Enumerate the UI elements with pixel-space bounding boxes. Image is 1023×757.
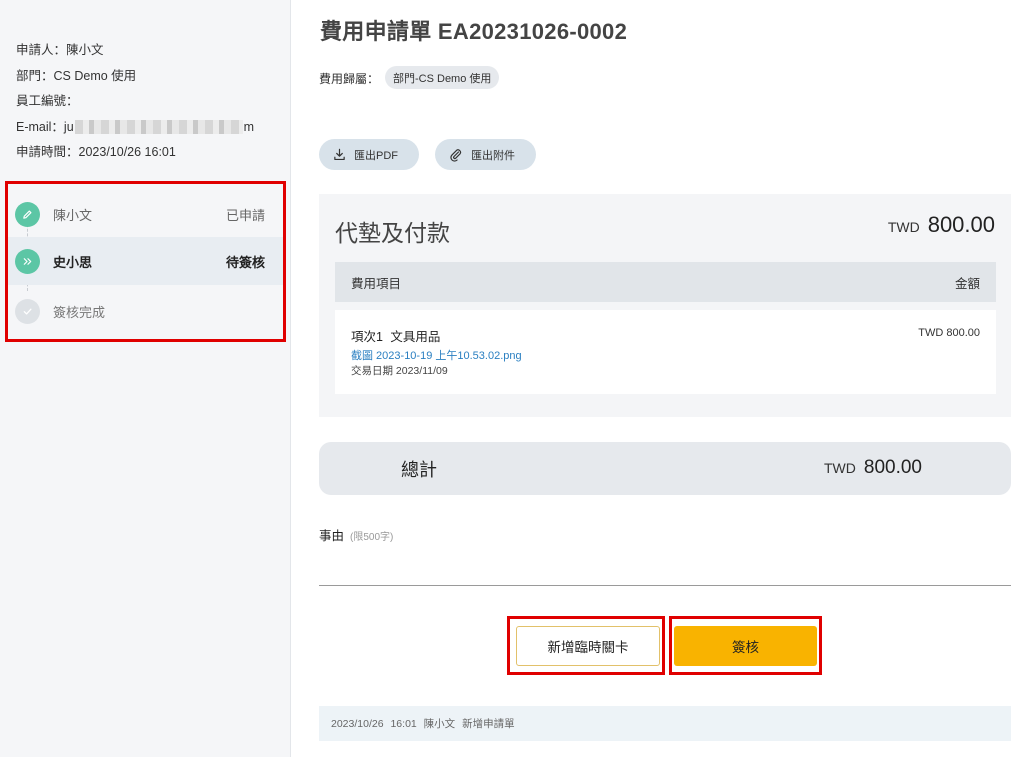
dept-row: 部門： CS Demo 使用 bbox=[16, 64, 254, 90]
category-title: 代墊及付款 bbox=[335, 220, 450, 246]
applicant-info: 申請人： 陳小文 部門： CS Demo 使用 員工編號： E-mail： ju… bbox=[16, 38, 254, 166]
workflow-step-complete: 簽核完成 bbox=[8, 287, 283, 335]
workflow-step-pending: 史小思 待簽核 bbox=[8, 237, 283, 285]
dept-belong-chip: 部門-CS Demo 使用 bbox=[385, 66, 500, 89]
export-attachments-label: 匯出附件 bbox=[471, 149, 515, 162]
expense-category-card: 代墊及付款 TWD 800.00 費用項目 金額 項次1 文具用品 TWD 80… bbox=[319, 194, 1011, 417]
reason-title: 事由 bbox=[319, 529, 345, 543]
page-title: 費用申請單 EA20231026-0002 bbox=[320, 19, 628, 44]
step-status: 已申請 bbox=[225, 207, 265, 223]
approve-button[interactable]: 簽核 bbox=[674, 626, 817, 666]
email-prefix: ju bbox=[63, 119, 74, 134]
grand-total-amount: TWD 800.00 bbox=[824, 457, 922, 479]
double-chevron-right-icon bbox=[15, 249, 40, 274]
activity-log: 2023/10/26 16:01 陳小文 新增申請單 bbox=[319, 706, 1011, 741]
apply-time-label: 申請時間： bbox=[16, 145, 79, 159]
workflow-step-applied: 陳小文 已申請 bbox=[8, 190, 283, 238]
check-icon bbox=[15, 299, 40, 324]
employee-no-label: 員工編號： bbox=[16, 94, 79, 108]
step-name: 史小思 bbox=[53, 254, 93, 270]
category-total: TWD 800.00 bbox=[888, 212, 995, 238]
expense-table-header: 費用項目 金額 bbox=[335, 262, 996, 302]
dept-label: 部門： bbox=[16, 68, 54, 83]
item-title: 項次1 文具用品 bbox=[351, 330, 441, 344]
category-amount: 800.00 bbox=[927, 212, 995, 237]
reason-limit: (限500字) bbox=[350, 532, 394, 543]
grand-total-currency: TWD bbox=[824, 460, 856, 476]
export-pdf-label: 匯出PDF bbox=[354, 149, 398, 162]
log-entry: 2023/10/26 16:01 陳小文 新增申請單 bbox=[331, 718, 515, 730]
applicant-label: 申請人： bbox=[16, 43, 67, 57]
applicant-row: 申請人： 陳小文 bbox=[16, 38, 254, 64]
apply-time-value: 2023/10/26 16:01 bbox=[78, 145, 176, 159]
item-amount: TWD 800.00 bbox=[918, 327, 980, 339]
applicant-name: 陳小文 bbox=[66, 43, 104, 57]
grand-total-bar: 總計 TWD 800.00 bbox=[319, 442, 1011, 495]
email-redaction bbox=[74, 120, 243, 135]
paperclip-icon bbox=[450, 148, 462, 162]
transaction-date: 交易日期 2023/11/09 bbox=[351, 365, 448, 377]
expense-item-row: 項次1 文具用品 TWD 800.00 截圖 2023-10-19 上午10.5… bbox=[335, 310, 996, 394]
sidebar: 申請人： 陳小文 部門： CS Demo 使用 員工編號： E-mail： ju… bbox=[0, 0, 291, 757]
attachment-link[interactable]: 截圖 2023-10-19 上午10.53.02.png bbox=[351, 347, 522, 363]
export-attachments-button[interactable]: 匯出附件 bbox=[435, 139, 536, 170]
grand-total-label: 總計 bbox=[401, 460, 437, 480]
main-content: 費用申請單 EA20231026-0002 費用歸屬： 部門-CS Demo 使… bbox=[292, 0, 1023, 757]
dept-value: CS Demo 使用 bbox=[53, 68, 137, 83]
email-suffix: m bbox=[243, 119, 255, 134]
dept-belong-label: 費用歸屬： bbox=[319, 72, 380, 86]
step-status: 待簽核 bbox=[225, 254, 265, 270]
grand-total-value: 800.00 bbox=[863, 457, 923, 478]
workflow-steps: 陳小文 已申請 史小思 待簽核 簽核完成 bbox=[5, 181, 286, 342]
employee-no-row: 員工編號： bbox=[16, 89, 254, 115]
export-pdf-button[interactable]: 匯出PDF bbox=[319, 139, 419, 170]
email-row: E-mail： ju m bbox=[16, 115, 254, 141]
reason-label: 事由 (限500字) bbox=[319, 525, 393, 544]
apply-time-row: 申請時間： 2023/10/26 16:01 bbox=[16, 140, 254, 166]
step-name: 陳小文 bbox=[53, 207, 93, 223]
reason-input[interactable] bbox=[319, 585, 1011, 586]
email-label: E-mail： bbox=[16, 119, 64, 134]
pencil-icon bbox=[15, 202, 40, 227]
column-header-item: 費用項目 bbox=[351, 276, 402, 291]
step-name: 簽核完成 bbox=[53, 304, 106, 320]
column-header-amount: 金額 bbox=[954, 276, 980, 291]
download-icon bbox=[334, 148, 345, 161]
add-temporary-checkpoint-button[interactable]: 新增臨時關卡 bbox=[516, 626, 660, 666]
category-currency: TWD bbox=[887, 219, 920, 235]
